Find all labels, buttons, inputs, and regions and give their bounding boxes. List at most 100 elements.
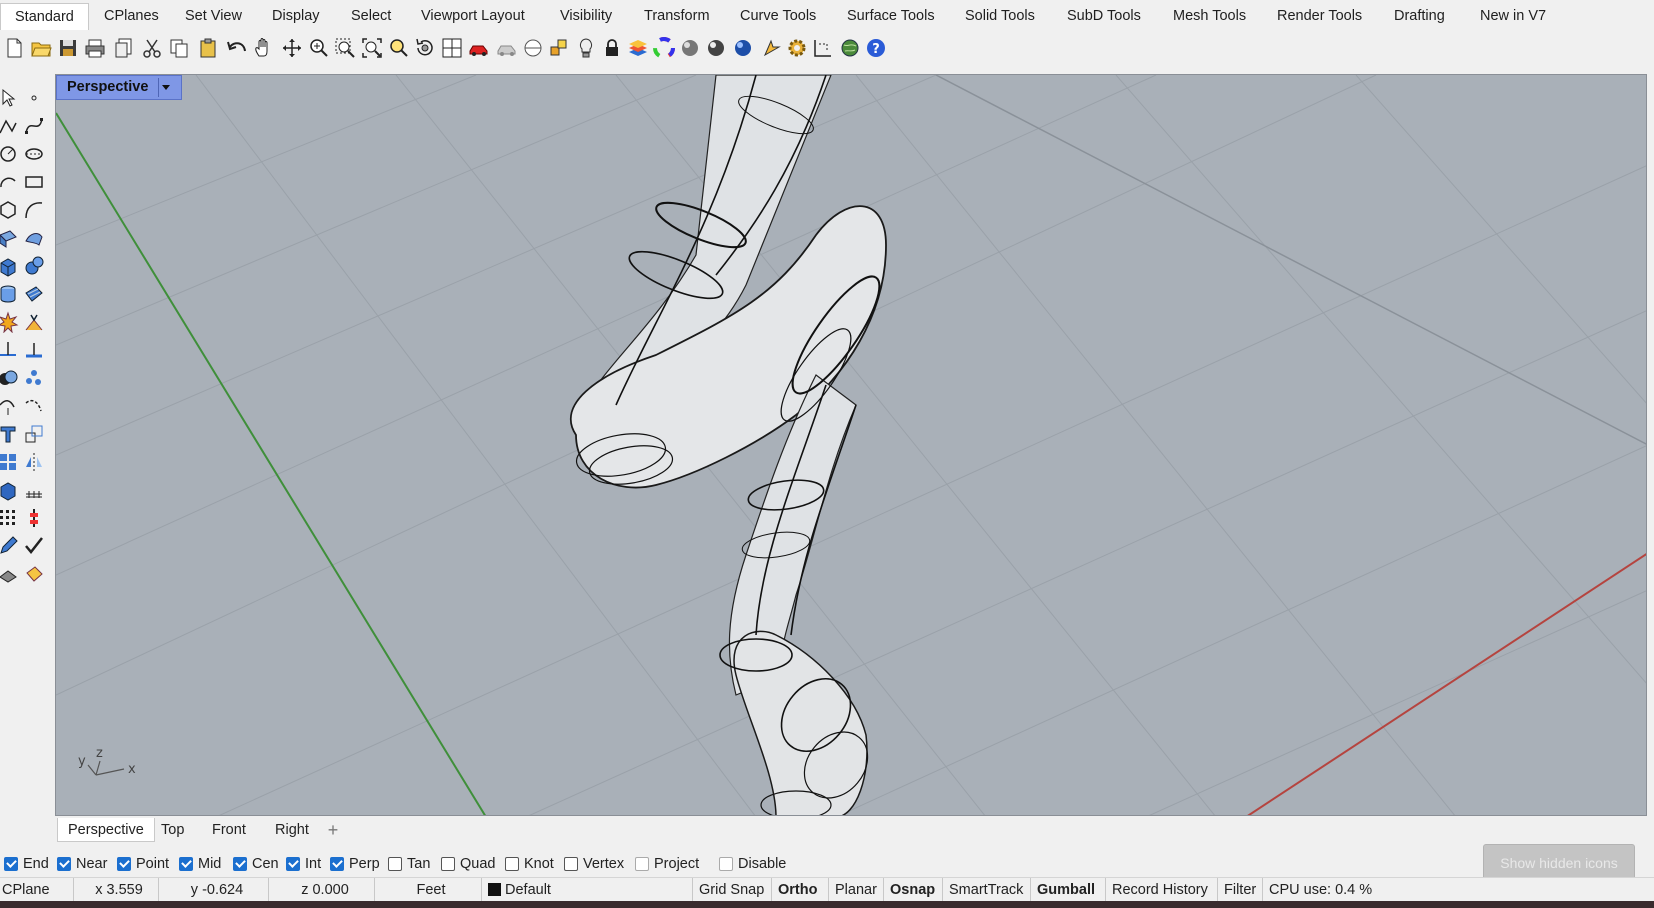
sphere-solid-icon[interactable] [22, 254, 46, 278]
status-grid-snap[interactable]: Grid Snap [692, 878, 764, 902]
checkbox-knot[interactable] [505, 857, 519, 871]
copy-icon[interactable] [167, 36, 191, 60]
tab-drafting[interactable]: Drafting [1380, 3, 1459, 30]
array-icon[interactable] [0, 450, 20, 474]
polyline-icon[interactable] [0, 114, 20, 138]
boolean-icon[interactable] [0, 366, 20, 390]
box-solid-icon[interactable] [0, 254, 20, 278]
osnap-project[interactable]: Project [635, 855, 699, 873]
tab-render-tools[interactable]: Render Tools [1263, 3, 1376, 30]
view-tab-perspective[interactable]: Perspective [57, 818, 155, 842]
tab-cplanes[interactable]: CPlanes [90, 3, 173, 30]
tab-surface-tools[interactable]: Surface Tools [833, 3, 949, 30]
rotate-view-icon[interactable] [413, 36, 437, 60]
cylinder-icon[interactable] [0, 282, 20, 306]
osnap-point[interactable]: Point [117, 855, 169, 873]
car-gray-icon[interactable] [495, 36, 519, 60]
osnap-cen[interactable]: Cen [233, 855, 279, 873]
osnap-near[interactable]: Near [57, 855, 107, 873]
select-arrow-icon[interactable] [0, 86, 20, 110]
free-curve-icon[interactable] [22, 198, 46, 222]
tab-transform[interactable]: Transform [630, 3, 724, 30]
block-icon[interactable] [0, 478, 20, 502]
four-views-icon[interactable] [440, 36, 464, 60]
checkbox-near[interactable] [57, 857, 71, 871]
view-tab-top[interactable]: Top [151, 818, 194, 842]
add-view-tab-button[interactable]: + [323, 820, 343, 840]
new-icon[interactable] [2, 36, 26, 60]
extrude-icon[interactable] [0, 422, 20, 446]
osnap-vertex[interactable]: Vertex [564, 855, 624, 873]
zoom-window-icon[interactable] [333, 36, 357, 60]
status-planar[interactable]: Planar [828, 878, 877, 902]
status-filter[interactable]: Filter [1217, 878, 1256, 902]
checkbox-point[interactable] [117, 857, 131, 871]
scale-icon[interactable] [22, 422, 46, 446]
settings-gear-icon[interactable] [785, 36, 809, 60]
undo-icon[interactable] [225, 36, 249, 60]
dimension-icon[interactable] [811, 36, 835, 60]
surface-loft-icon[interactable] [22, 226, 46, 250]
point-icon[interactable] [22, 86, 46, 110]
trim-icon[interactable] [0, 338, 20, 362]
osnap-knot[interactable]: Knot [505, 855, 554, 873]
bucket-icon[interactable] [22, 562, 46, 586]
zoom-icon[interactable] [307, 36, 331, 60]
checkbox-int[interactable] [286, 857, 300, 871]
status-osnap[interactable]: Osnap [883, 878, 935, 902]
open-icon[interactable] [29, 36, 53, 60]
points-icon[interactable] [22, 366, 46, 390]
zoom-selected-icon[interactable] [387, 36, 411, 60]
render-icon[interactable] [760, 36, 784, 60]
ellipse-icon[interactable] [22, 142, 46, 166]
tab-display[interactable]: Display [258, 3, 334, 30]
circle-icon[interactable] [0, 142, 20, 166]
osnap-tan[interactable]: Tan [388, 855, 430, 873]
tab-viewport-layout[interactable]: Viewport Layout [407, 3, 539, 30]
dots-grid-icon[interactable] [0, 506, 20, 530]
mirror-icon[interactable] [22, 450, 46, 474]
curve-offset-icon[interactable] [0, 394, 20, 418]
checkbox-cen[interactable] [233, 857, 247, 871]
status-gumball[interactable]: Gumball [1030, 878, 1095, 902]
car-icon[interactable] [467, 36, 491, 60]
perspective-viewport[interactable]: Perspective y z x [55, 74, 1647, 816]
checkbox-end[interactable] [4, 857, 18, 871]
tab-mesh-tools[interactable]: Mesh Tools [1159, 3, 1260, 30]
tab-visibility[interactable]: Visibility [546, 3, 626, 30]
viewport-scene[interactable] [56, 75, 1647, 816]
paste-icon[interactable] [196, 36, 220, 60]
tab-standard[interactable]: Standard [0, 3, 89, 30]
tab-subd-tools[interactable]: SubD Tools [1053, 3, 1155, 30]
status-cplane[interactable]: CPlane [2, 878, 50, 902]
checkbox-project[interactable] [635, 857, 649, 871]
snap-icon[interactable] [547, 36, 571, 60]
osnap-disable[interactable]: Disable [719, 855, 786, 873]
tab-new-in-v7[interactable]: New in V7 [1466, 3, 1560, 30]
lock-icon[interactable] [600, 36, 624, 60]
fillet-icon[interactable] [22, 310, 46, 334]
print-icon[interactable] [83, 36, 107, 60]
rectangle-icon[interactable] [22, 170, 46, 194]
surface-edit-icon[interactable] [0, 226, 20, 250]
help-icon[interactable]: ? [864, 36, 888, 60]
globe-icon[interactable] [838, 36, 862, 60]
checkbox-vertex[interactable] [564, 857, 578, 871]
status-record-history[interactable]: Record History [1105, 878, 1208, 902]
osnap-quad[interactable]: Quad [441, 855, 495, 873]
arc-icon[interactable] [0, 170, 20, 194]
color-wheel-icon[interactable] [652, 36, 676, 60]
viewport-title-label[interactable]: Perspective [56, 75, 183, 100]
explode-icon[interactable] [0, 310, 20, 334]
grid-icon[interactable] [22, 478, 46, 502]
curve-icon[interactable] [22, 114, 46, 138]
light-icon[interactable] [574, 36, 598, 60]
status-smarttrack[interactable]: SmartTrack [942, 878, 1023, 902]
sphere-shaded-icon[interactable] [678, 36, 702, 60]
stack-icon[interactable] [0, 562, 20, 586]
tab-select[interactable]: Select [337, 3, 405, 30]
view-tab-front[interactable]: Front [202, 818, 256, 842]
checkbox-tan[interactable] [388, 857, 402, 871]
status-ortho[interactable]: Ortho [771, 878, 817, 902]
ortho-icon[interactable] [22, 506, 46, 530]
